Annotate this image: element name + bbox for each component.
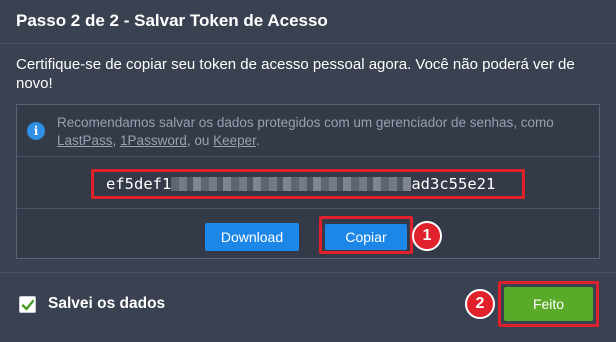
done-button[interactable]: Feito [504, 287, 593, 321]
info-text-after: . [255, 133, 260, 148]
token-panel: i Recomendamos salvar os dados protegido… [16, 104, 600, 259]
dialog-subtitle: Certifique-se de copiar seu token de ace… [16, 56, 575, 92]
header-divider [0, 43, 616, 44]
token-row: ef5def1 ad3c55e21 [17, 157, 599, 209]
token-redacted [171, 176, 412, 191]
copy-button-highlight: Copiar [319, 216, 413, 254]
info-sep-1: , [112, 133, 121, 148]
footer-divider [0, 272, 616, 273]
saved-checkbox[interactable] [19, 296, 36, 313]
done-button-highlight: Feito [498, 281, 599, 327]
copy-button[interactable]: Copiar [325, 224, 407, 250]
token-field[interactable]: ef5def1 ad3c55e21 [91, 169, 525, 199]
info-row: i Recomendamos salvar os dados protegido… [17, 105, 599, 157]
dialog-title: Passo 2 de 2 - Salvar Token de Acesso [16, 11, 328, 30]
token-start: ef5def1 [106, 175, 172, 193]
step-badge-1: 1 [412, 221, 442, 251]
checkmark-icon [21, 299, 35, 311]
lastpass-link[interactable]: LastPass [57, 133, 113, 148]
saved-checkbox-label[interactable]: Salvei os dados [48, 295, 165, 313]
step-badge-2: 2 [465, 289, 495, 319]
keeper-link[interactable]: Keeper [213, 133, 256, 148]
1password-link[interactable]: 1Password [120, 133, 187, 148]
info-icon: i [27, 122, 45, 140]
token-end: ad3c55e21 [411, 175, 496, 193]
download-button[interactable]: Download [205, 223, 299, 251]
info-text: Recomendamos salvar os dados protegidos … [57, 114, 593, 150]
info-sep-2: , ou [186, 133, 214, 148]
button-row: Download Copiar 1 [17, 209, 599, 259]
info-text-before: Recomendamos salvar os dados protegidos … [57, 115, 554, 130]
